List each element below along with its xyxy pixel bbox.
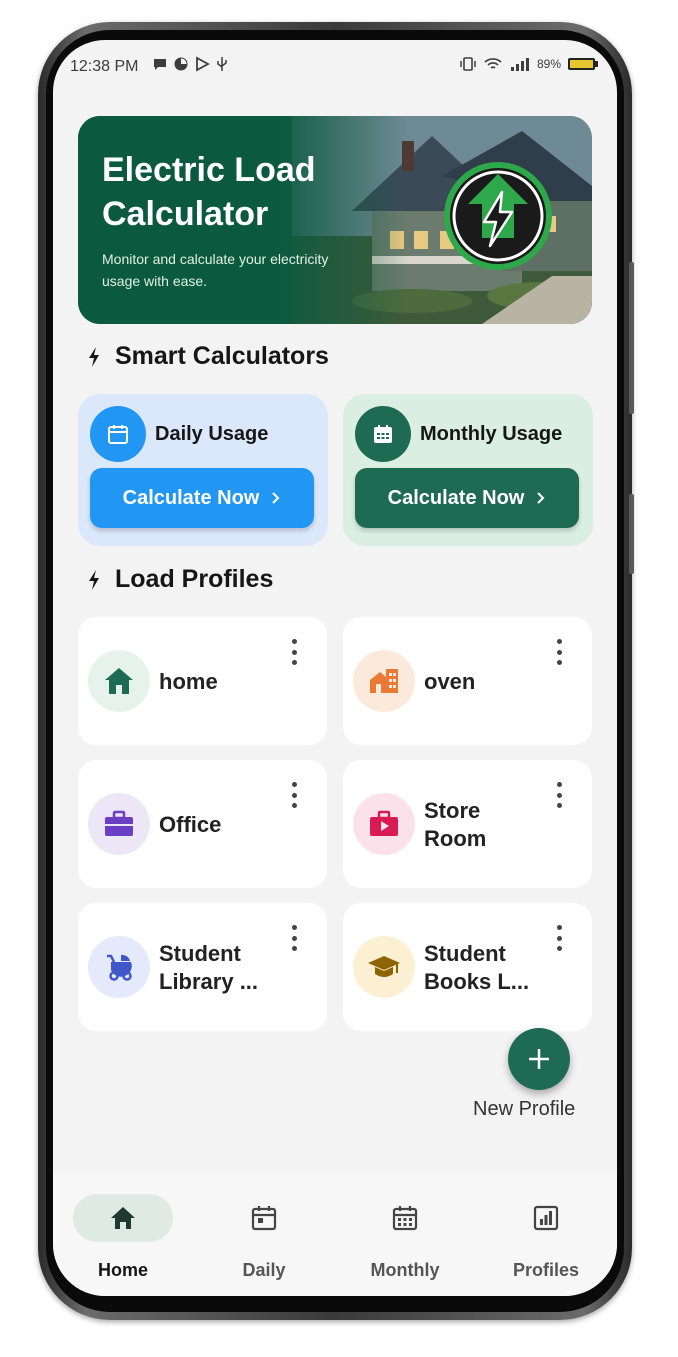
daily-usage-card: Daily Usage Calculate Now bbox=[78, 394, 328, 546]
nav-profiles[interactable]: Profiles bbox=[486, 1192, 606, 1282]
bolt-icon bbox=[89, 346, 99, 367]
app-screen: 12:38 PM 89% Electric Load Calculator Mo… bbox=[53, 40, 617, 1296]
new-profile-label: New Profile bbox=[473, 1098, 576, 1120]
system-indicators: 89% bbox=[459, 56, 599, 72]
wifi-icon bbox=[484, 58, 502, 69]
new-profile-button[interactable] bbox=[508, 1028, 570, 1090]
vibrate-icon bbox=[460, 57, 476, 71]
video-bag-icon bbox=[353, 793, 415, 855]
volume-button bbox=[629, 262, 634, 414]
nav-label: Daily bbox=[242, 1260, 286, 1280]
smart-calculators-heading: Smart Calculators bbox=[87, 342, 329, 371]
more-options-icon[interactable] bbox=[289, 782, 299, 808]
monthly-calculate-button[interactable]: Calculate Now bbox=[355, 468, 579, 528]
nav-label: Monthly bbox=[370, 1260, 440, 1280]
status-bar: 12:38 PM 89% bbox=[53, 40, 617, 96]
hero-banner: Electric Load Calculator Monitor and cal… bbox=[78, 116, 592, 324]
profile-name: Student Books L... bbox=[424, 941, 530, 994]
calendar-icon bbox=[90, 406, 146, 462]
stroller-icon bbox=[88, 936, 150, 998]
building-icon bbox=[353, 650, 415, 712]
chevron-right-icon bbox=[537, 492, 545, 504]
daily-usage-label: Daily Usage bbox=[155, 423, 269, 445]
power-button bbox=[629, 494, 634, 574]
notification-icons bbox=[152, 56, 229, 72]
monthly-usage-label: Monthly Usage bbox=[420, 423, 563, 445]
home-icon bbox=[88, 650, 150, 712]
nav-home[interactable]: Home bbox=[63, 1192, 183, 1282]
monthly-calculate-label: Calculate Now bbox=[387, 486, 525, 509]
usb-icon bbox=[217, 57, 227, 71]
more-options-icon[interactable] bbox=[554, 782, 564, 808]
calendar-grid-icon bbox=[355, 406, 411, 462]
nav-label: Home bbox=[97, 1260, 148, 1280]
profile-card-home[interactable]: home bbox=[78, 617, 327, 745]
nav-label: Profiles bbox=[512, 1260, 580, 1280]
chevron-right-icon bbox=[272, 492, 280, 504]
profile-card-student-books[interactable]: Student Books L... bbox=[343, 903, 592, 1031]
profile-card-store-room[interactable]: Store Room bbox=[343, 760, 592, 888]
more-options-icon[interactable] bbox=[554, 639, 564, 665]
profile-name: Student Library ... bbox=[159, 941, 259, 994]
hero-title: Electric Load Calculator bbox=[102, 151, 316, 233]
profile-name: home bbox=[159, 669, 218, 694]
play-store-icon bbox=[196, 56, 210, 72]
calendar-icon bbox=[214, 1194, 314, 1242]
profile-name: Office bbox=[159, 812, 222, 837]
daily-calculate-button[interactable]: Calculate Now bbox=[90, 468, 314, 528]
chat-icon bbox=[154, 59, 166, 70]
more-options-icon[interactable] bbox=[289, 639, 299, 665]
battery-percent: 89% bbox=[536, 57, 561, 71]
monthly-usage-card: Monthly Usage Calculate Now bbox=[343, 394, 593, 546]
calendar-grid-icon bbox=[355, 1194, 455, 1242]
bottom-navigation: Home Daily Monthly Profiles bbox=[53, 1172, 617, 1296]
profile-card-office[interactable]: Office bbox=[78, 760, 327, 888]
profile-name: oven bbox=[424, 669, 476, 694]
signal-icon bbox=[510, 58, 529, 71]
app-logo-icon bbox=[444, 162, 552, 270]
profile-card-student-library[interactable]: Student Library ... bbox=[78, 903, 327, 1031]
profile-card-oven[interactable]: oven bbox=[343, 617, 592, 745]
battery-icon bbox=[568, 58, 598, 70]
nav-monthly[interactable]: Monthly bbox=[345, 1192, 465, 1282]
graduation-cap-icon bbox=[353, 936, 415, 998]
more-options-icon[interactable] bbox=[289, 925, 299, 951]
plus-icon bbox=[529, 1049, 549, 1069]
profile-name: Store Room bbox=[424, 798, 487, 851]
home-icon bbox=[73, 1194, 173, 1242]
load-profiles-heading: Load Profiles bbox=[87, 565, 273, 594]
hero-subtitle: Monitor and calculate your electricity u… bbox=[102, 251, 329, 289]
section-title-text: Smart Calculators bbox=[115, 342, 329, 370]
more-options-icon[interactable] bbox=[554, 925, 564, 951]
daily-calculate-label: Calculate Now bbox=[122, 486, 260, 509]
nav-daily[interactable]: Daily bbox=[204, 1192, 324, 1282]
pie-icon bbox=[174, 57, 188, 71]
section-title-text: Load Profiles bbox=[115, 565, 274, 593]
briefcase-icon bbox=[88, 793, 150, 855]
status-time: 12:38 PM bbox=[70, 58, 139, 75]
chart-icon bbox=[496, 1194, 596, 1242]
bolt-icon bbox=[89, 569, 99, 590]
